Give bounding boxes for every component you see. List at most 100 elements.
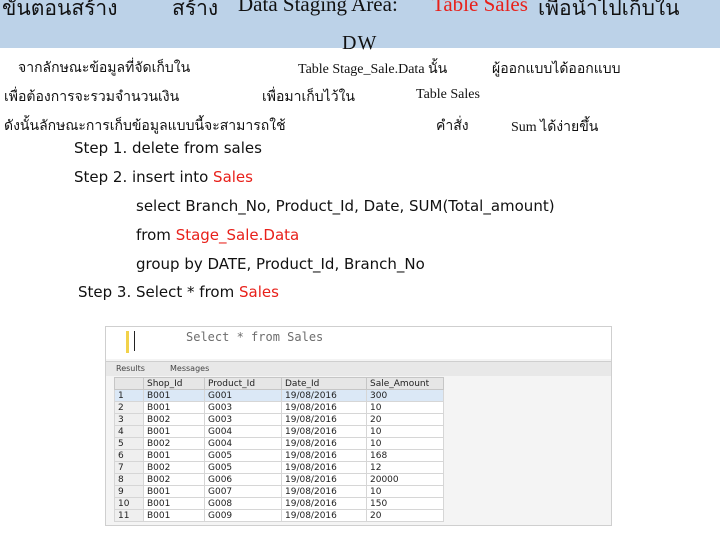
- table-cell[interactable]: 19/08/2016: [281, 389, 367, 402]
- table-cell[interactable]: 19/08/2016: [281, 461, 367, 474]
- title-keyword-table-sales: Table Sales: [432, 0, 528, 16]
- table-cell[interactable]: 20: [366, 413, 444, 426]
- desc-line-2b: เพื่อมาเก็บไว้ใน: [262, 90, 355, 105]
- table-cell[interactable]: 19/08/2016: [281, 473, 367, 486]
- table-cell[interactable]: G003: [204, 413, 282, 426]
- row-number-header[interactable]: [114, 377, 144, 390]
- row-number[interactable]: 7: [114, 461, 144, 474]
- table-cell[interactable]: 19/08/2016: [281, 485, 367, 498]
- table-cell[interactable]: 10: [366, 401, 444, 414]
- table-cell[interactable]: 10: [366, 425, 444, 438]
- step-2-keyword: Sales: [213, 168, 253, 186]
- table-cell[interactable]: G003: [204, 401, 282, 414]
- sql-query-window: Select * from Sales Results Messages Sho…: [105, 326, 612, 526]
- column-header[interactable]: Product_Id: [204, 377, 282, 390]
- table-cell[interactable]: B001: [143, 485, 205, 498]
- table-row[interactable]: 8 B002 G006 19/08/2016 20000: [114, 473, 444, 486]
- row-number[interactable]: 8: [114, 473, 144, 486]
- table-cell[interactable]: 12: [366, 461, 444, 474]
- desc-line-3b: คำสั่ง: [436, 119, 469, 134]
- column-header[interactable]: Date_Id: [281, 377, 367, 390]
- table-row[interactable]: 11 B001 G009 19/08/2016 20: [114, 509, 444, 522]
- row-number[interactable]: 3: [114, 413, 144, 426]
- table-cell[interactable]: 10: [366, 437, 444, 450]
- table-cell[interactable]: B001: [143, 449, 205, 462]
- table-cell[interactable]: 19/08/2016: [281, 437, 367, 450]
- title-dw: DW: [342, 32, 378, 54]
- table-cell[interactable]: 10: [366, 485, 444, 498]
- table-cell[interactable]: 168: [366, 449, 444, 462]
- desc-line-2a: เพื่อต้องการจะรวมจำนวนเงิน: [4, 90, 180, 105]
- desc-line-3a: ดังนั้นลักษณะการเก็บข้อมูลแบบนี้จะสามารถ…: [4, 119, 286, 134]
- table-cell[interactable]: B001: [143, 401, 205, 414]
- table-cell[interactable]: 19/08/2016: [281, 401, 367, 414]
- table-cell[interactable]: 300: [366, 389, 444, 402]
- table-row[interactable]: 9 B001 G007 19/08/2016 10: [114, 485, 444, 498]
- row-number[interactable]: 4: [114, 425, 144, 438]
- sql-group-line: group by DATE, Product_Id, Branch_No: [136, 255, 425, 273]
- title-part-1: ขั้นตอนสร้าง: [2, 0, 118, 20]
- row-number[interactable]: 6: [114, 449, 144, 462]
- desc-line-1a: จากลักษณะข้อมูลที่จัดเก็บใน: [18, 61, 191, 76]
- row-number[interactable]: 1: [114, 389, 144, 402]
- table-cell[interactable]: B002: [143, 413, 205, 426]
- desc-line-3c: Sum ได้ง่ายขึ้น: [511, 120, 599, 135]
- table-cell[interactable]: 19/08/2016: [281, 509, 367, 522]
- table-cell[interactable]: G006: [204, 473, 282, 486]
- table-cell[interactable]: 150: [366, 497, 444, 510]
- query-editor[interactable]: Select * from Sales: [106, 327, 611, 359]
- table-cell[interactable]: B002: [143, 461, 205, 474]
- table-row[interactable]: 3 B002 G003 19/08/2016 20: [114, 413, 444, 426]
- table-row[interactable]: 6 B001 G005 19/08/2016 168: [114, 449, 444, 462]
- table-cell[interactable]: G005: [204, 449, 282, 462]
- row-number[interactable]: 11: [114, 509, 144, 522]
- page-title: ขั้นตอนสร้าง สร้าง Data Staging Area: Ta…: [0, 0, 720, 20]
- table-cell[interactable]: G004: [204, 425, 282, 438]
- title-part-3: Data Staging Area:: [238, 0, 398, 16]
- row-number[interactable]: 5: [114, 437, 144, 450]
- sql-select-line: select Branch_No, Product_Id, Date, SUM(…: [136, 197, 555, 215]
- table-cell[interactable]: B001: [143, 425, 205, 438]
- table-cell[interactable]: 20: [366, 509, 444, 522]
- grid-header-row: Shop_Id Product_Id Date_Id Sale_Amount: [114, 377, 444, 390]
- table-cell[interactable]: B001: [143, 509, 205, 522]
- table-cell[interactable]: G001: [204, 389, 282, 402]
- table-cell[interactable]: 19/08/2016: [281, 497, 367, 510]
- table-cell[interactable]: 20000: [366, 473, 444, 486]
- step-3-keyword: Sales: [239, 283, 279, 301]
- table-row[interactable]: 5 B002 G004 19/08/2016 10: [114, 437, 444, 450]
- table-row[interactable]: 7 B002 G005 19/08/2016 12: [114, 461, 444, 474]
- row-number[interactable]: 9: [114, 485, 144, 498]
- table-cell[interactable]: B002: [143, 437, 205, 450]
- table-row[interactable]: 2 B001 G003 19/08/2016 10: [114, 401, 444, 414]
- table-row[interactable]: 1 B001 G001 19/08/2016 300: [114, 389, 444, 402]
- column-header[interactable]: Sale_Amount: [366, 377, 444, 390]
- result-tabs: Results Messages: [106, 361, 611, 376]
- step-2-text: Step 2. insert into: [74, 168, 214, 186]
- table-cell[interactable]: 19/08/2016: [281, 449, 367, 462]
- table-row[interactable]: 4 B001 G004 19/08/2016 10: [114, 425, 444, 438]
- table-cell[interactable]: G005: [204, 461, 282, 474]
- step-1: Step 1. delete from sales: [74, 139, 262, 157]
- tab-results[interactable]: Results: [116, 364, 145, 374]
- table-cell[interactable]: 19/08/2016: [281, 413, 367, 426]
- table-cell[interactable]: G008: [204, 497, 282, 510]
- table-row[interactable]: 10 B001 G008 19/08/2016 150: [114, 497, 444, 510]
- table-cell[interactable]: B001: [143, 389, 205, 402]
- sql-from-text: from: [136, 226, 176, 244]
- column-header[interactable]: Shop_Id: [143, 377, 205, 390]
- table-cell[interactable]: 19/08/2016: [281, 425, 367, 438]
- table-cell[interactable]: G009: [204, 509, 282, 522]
- query-text: Select * from Sales: [186, 330, 324, 344]
- text-cursor: [134, 331, 135, 351]
- tab-messages[interactable]: Messages: [170, 364, 209, 374]
- row-number[interactable]: 10: [114, 497, 144, 510]
- table-cell[interactable]: G004: [204, 437, 282, 450]
- table-cell[interactable]: B001: [143, 497, 205, 510]
- table-cell[interactable]: B002: [143, 473, 205, 486]
- table-cell[interactable]: G007: [204, 485, 282, 498]
- title-part-5: เพื่อนำไปเก็บใน: [538, 0, 680, 20]
- step-3-text: Step 3. Select * from: [78, 283, 239, 301]
- row-number[interactable]: 2: [114, 401, 144, 414]
- desc-line-1c: ผู้ออกแบบได้ออกแบบ: [492, 62, 621, 77]
